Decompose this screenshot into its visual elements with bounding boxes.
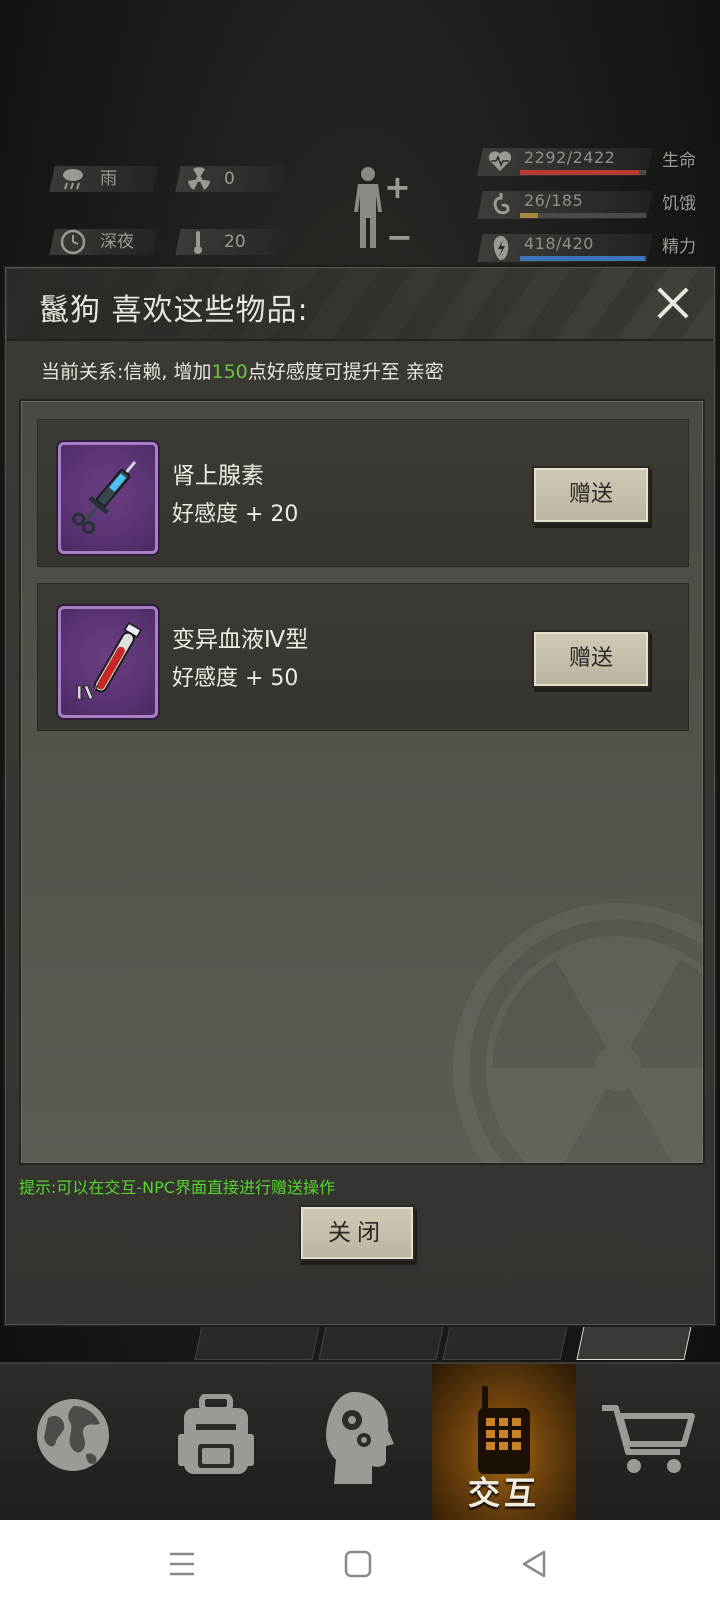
heart-icon <box>488 151 512 171</box>
health-bar <box>520 170 646 175</box>
cart-icon <box>602 1405 695 1473</box>
vial-badge: IV <box>75 683 98 704</box>
relation-prefix: 当前关系:信赖, 增加 <box>41 361 212 383</box>
globe-icon <box>37 1399 109 1471</box>
hunger-bar <box>520 213 646 218</box>
nav-shop[interactable] <box>576 1364 720 1522</box>
energy-bar <box>520 256 646 261</box>
body-silhouette-icon <box>354 167 382 248</box>
health-label: 生命 <box>662 151 696 171</box>
item-name: 变异血液Ⅳ型 <box>172 627 309 653</box>
item-list: 肾上腺素 好感度 + 20 赠送 IV 变异血液Ⅳ型 好感度 + 50 赠送 <box>19 399 705 1165</box>
nav-interact[interactable]: 交互 <box>432 1364 576 1522</box>
list-item: 肾上腺素 好感度 + 20 赠送 <box>37 419 689 567</box>
nav-skills[interactable] <box>288 1364 432 1522</box>
walkie-talkie-icon <box>478 1386 530 1474</box>
dialog-header: 鬣狗 喜欢这些物品: <box>7 269 713 341</box>
home-icon[interactable] <box>338 1546 378 1582</box>
stomach-icon <box>493 193 510 215</box>
game-nav-bar: 交互 <box>0 1362 720 1522</box>
hunger-value: 26/185 <box>524 191 584 210</box>
system-nav-bar <box>0 1520 720 1608</box>
head-gears-icon <box>326 1392 394 1484</box>
thermometer-icon <box>194 231 202 254</box>
hint-text: 提示:可以在交互-NPC界面直接进行赠送操作 <box>19 1178 335 1197</box>
energy-value: 418/420 <box>524 234 594 253</box>
health-value: 2292/2422 <box>524 148 616 167</box>
dialog-title: 鬣狗 喜欢这些物品: <box>39 293 309 328</box>
bg-tab-1 <box>194 1326 320 1360</box>
item-affinity: 好感度 + 50 <box>172 666 299 691</box>
list-item: IV 变异血液Ⅳ型 好感度 + 50 赠送 <box>37 583 689 731</box>
item-icon-frame <box>58 442 158 554</box>
bg-tab-2 <box>318 1326 444 1360</box>
item-name: 肾上腺素 <box>172 463 264 489</box>
radiation-icon <box>188 167 210 190</box>
relation-status: 当前关系:信赖, 增加150点好感度可提升至 亲密 <box>41 357 444 384</box>
nav-interact-label: 交互 <box>467 1474 540 1512</box>
rain-cloud-icon <box>63 169 83 190</box>
bg-tab-3 <box>442 1326 568 1360</box>
radiation-watermark-icon <box>453 903 703 1163</box>
blood-vial-icon: IV <box>75 622 142 704</box>
syringe-icon <box>72 460 137 534</box>
nav-map[interactable] <box>0 1364 144 1522</box>
back-icon[interactable] <box>514 1546 554 1582</box>
temperature-value: 20 <box>224 232 246 252</box>
backpack-icon <box>178 1394 254 1474</box>
relation-points: 150 <box>211 361 248 383</box>
close-button[interactable]: 关闭 <box>299 1205 415 1261</box>
clock-icon <box>60 229 86 255</box>
menu-icon[interactable] <box>162 1546 202 1582</box>
radiation-value: 0 <box>224 169 235 189</box>
energy-icon <box>493 236 509 260</box>
gift-button[interactable]: 赠送 <box>532 630 650 688</box>
bg-tab-4 <box>576 1326 692 1360</box>
body-plus-button[interactable]: + <box>384 168 411 206</box>
weather-value: 雨 <box>100 169 117 189</box>
body-minus-button[interactable]: − <box>386 218 413 256</box>
time-of-day-value: 深夜 <box>100 232 134 252</box>
close-icon[interactable] <box>651 281 695 325</box>
game-screen: 雨 0 深夜 20 + − 2292/2422 生命 26/185 饥饿 418… <box>0 0 720 1608</box>
item-affinity: 好感度 + 20 <box>172 502 299 527</box>
energy-label: 精力 <box>662 237 696 257</box>
gift-preferences-dialog: 鬣狗 喜欢这些物品: 当前关系:信赖, 增加150点好感度可提升至 亲密 肾上腺… <box>3 265 717 1327</box>
relation-suffix: 点好感度可提升至 亲密 <box>247 361 444 383</box>
item-icon-frame: IV <box>58 606 158 718</box>
nav-inventory[interactable] <box>144 1364 288 1522</box>
hunger-label: 饥饿 <box>662 194 696 214</box>
gift-button[interactable]: 赠送 <box>532 466 650 524</box>
